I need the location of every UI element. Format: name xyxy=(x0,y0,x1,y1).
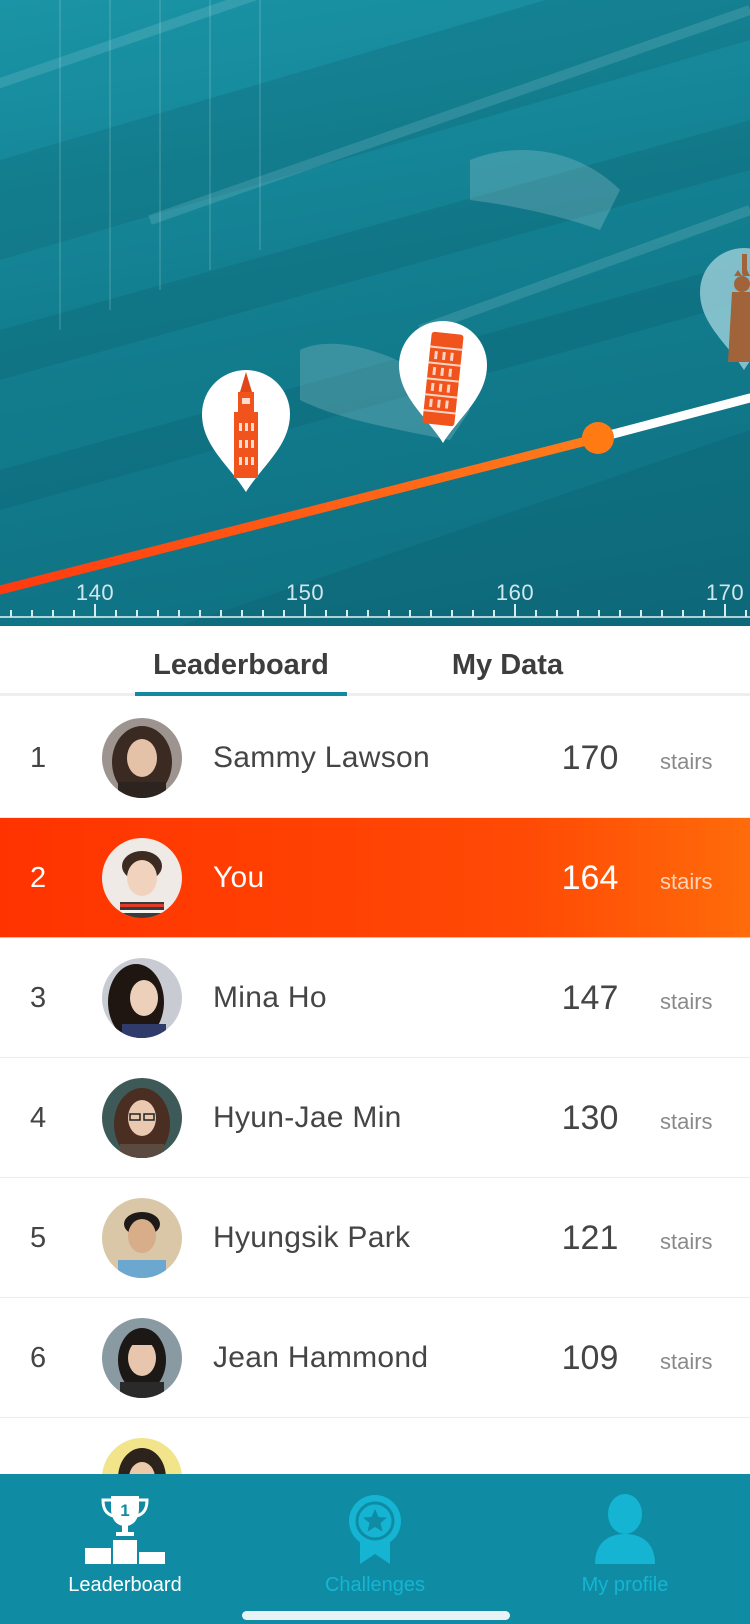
medal-star-icon xyxy=(349,1495,401,1564)
view-tabs: Leaderboard My Data xyxy=(0,626,750,696)
distance-ruler xyxy=(10,604,747,617)
active-tab-indicator xyxy=(135,692,347,696)
nav-challenges[interactable]: Challenges xyxy=(250,1474,500,1604)
rank-number: 6 xyxy=(30,1342,47,1374)
ruler-label-170: 170 xyxy=(705,580,745,605)
nav-my-profile[interactable]: My profile xyxy=(500,1474,750,1604)
progress-hero: 140 150 160 170 xyxy=(0,0,750,626)
player-name: Hyun-Jae Min xyxy=(213,1101,402,1134)
player-score: 170 xyxy=(561,739,619,777)
leaderboard-row-partial[interactable] xyxy=(0,1418,750,1474)
tab-leaderboard[interactable]: Leaderboard xyxy=(135,626,347,696)
avatar xyxy=(102,1438,182,1474)
score-unit: stairs xyxy=(660,869,713,894)
rank-number: 1 xyxy=(30,742,47,774)
rank-number: 5 xyxy=(30,1222,47,1254)
player-score: 109 xyxy=(561,1339,619,1377)
leaning-tower-landmark-icon[interactable] xyxy=(397,319,489,445)
ruler-label-160: 160 xyxy=(495,580,535,605)
rank-number: 4 xyxy=(30,1102,47,1134)
ruler-label-150: 150 xyxy=(285,580,325,605)
nav-label: Leaderboard xyxy=(68,1574,182,1596)
avatar xyxy=(102,958,182,1038)
bottom-navigation: 1 Leaderboard Challenges My profile xyxy=(0,1474,750,1624)
nav-label: My profile xyxy=(581,1574,669,1596)
score-unit: stairs xyxy=(660,1229,713,1254)
trophy-podium-icon: 1 xyxy=(85,1496,165,1564)
tower-landmark-icon[interactable] xyxy=(200,368,292,494)
player-score: 164 xyxy=(561,859,619,897)
leaderboard-row[interactable]: 5 Hyungsik Park 121 stairs xyxy=(0,1178,750,1298)
leaderboard-row[interactable]: 3 Mina Ho 147 stairs xyxy=(0,938,750,1058)
avatar xyxy=(102,718,182,798)
player-score: 130 xyxy=(561,1099,619,1137)
player-name: Mina Ho xyxy=(213,981,327,1014)
rank-number: 3 xyxy=(30,982,47,1014)
nav-leaderboard[interactable]: 1 Leaderboard xyxy=(0,1474,250,1604)
avatar xyxy=(102,1198,182,1278)
leaderboard-row[interactable]: 1 Sammy Lawson 170 stairs xyxy=(0,698,750,818)
nav-label: Challenges xyxy=(324,1574,426,1596)
trophy-badge-number: 1 xyxy=(120,1501,129,1520)
tab-my-data[interactable]: My Data xyxy=(420,626,595,696)
leaderboard-row-current-user[interactable]: 2 You 164 stairs xyxy=(0,818,750,938)
leaderboard-row[interactable]: 4 Hyun-Jae Min 130 stairs xyxy=(0,1058,750,1178)
player-score: 121 xyxy=(561,1219,619,1257)
player-name: Jean Hammond xyxy=(213,1341,429,1374)
rank-number: 2 xyxy=(30,862,47,894)
score-unit: stairs xyxy=(660,1109,713,1134)
avatar xyxy=(102,838,182,918)
ruler-label-140: 140 xyxy=(75,580,115,605)
avatar xyxy=(102,1078,182,1158)
leaderboard-list[interactable]: 1 Sammy Lawson 170 stairs 2 You 164 stai… xyxy=(0,698,750,1474)
score-unit: stairs xyxy=(660,989,713,1014)
person-icon xyxy=(595,1494,655,1564)
score-unit: stairs xyxy=(660,1349,713,1374)
leaderboard-row[interactable]: 6 Jean Hammond 109 stairs xyxy=(0,1298,750,1418)
statue-of-liberty-landmark-icon[interactable] xyxy=(698,246,750,372)
avatar xyxy=(102,1318,182,1398)
score-unit: stairs xyxy=(660,749,713,774)
home-indicator[interactable] xyxy=(242,1611,510,1620)
player-name: Hyungsik Park xyxy=(213,1221,411,1254)
player-score: 147 xyxy=(561,979,619,1017)
player-name: You xyxy=(213,861,265,894)
player-name: Sammy Lawson xyxy=(213,741,431,774)
